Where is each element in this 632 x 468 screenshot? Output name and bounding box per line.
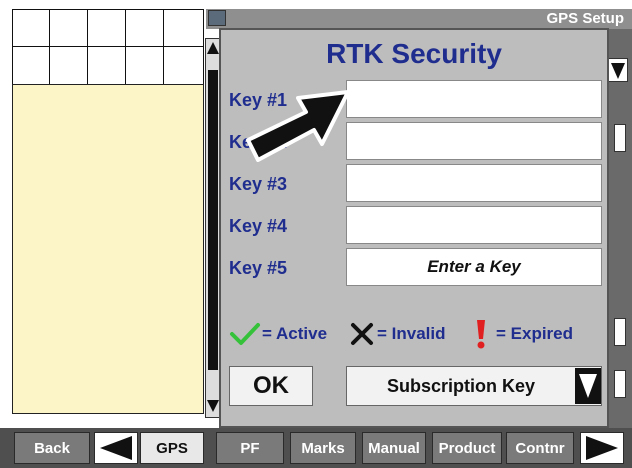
legend-expired-label: = Expired (496, 324, 574, 343)
key-5-label: Key #5 (229, 258, 288, 278)
left-arrow-icon (100, 436, 132, 460)
window-title: GPS Setup (546, 10, 624, 27)
tab-marks[interactable]: Marks (290, 432, 356, 464)
grid-cell (163, 9, 204, 47)
grid-cell (125, 9, 164, 47)
tab-contnr[interactable]: Contnr (506, 432, 574, 464)
grid-cell (49, 9, 88, 47)
dialog-title: RTK Security (326, 38, 502, 69)
tab-pf[interactable]: PF (216, 432, 284, 464)
ok-button[interactable]: OK (229, 366, 313, 406)
grid-cell (12, 9, 50, 47)
grid-cell (87, 46, 126, 85)
grid-cell (125, 46, 164, 85)
tab-product[interactable]: Product (432, 432, 502, 464)
x-icon (351, 323, 373, 345)
scroll-down-icon[interactable] (206, 398, 220, 414)
key-2-input[interactable] (346, 122, 602, 160)
right-arrow-icon (586, 436, 618, 460)
key-5-input[interactable]: Enter a Key (346, 248, 602, 286)
dropdown-arrow-button[interactable] (575, 368, 601, 404)
window-icon (208, 10, 226, 26)
subscription-key-label: Subscription Key (386, 375, 536, 396)
key-3-label: Key #3 (229, 174, 288, 194)
background-field[interactable] (614, 318, 626, 346)
legend-active-label: = Active (262, 324, 328, 343)
next-page-button[interactable] (580, 432, 624, 464)
key-3-input[interactable] (346, 164, 602, 202)
background-field[interactable] (614, 124, 626, 152)
grid-cell (163, 46, 204, 85)
key-1-input[interactable] (346, 80, 602, 118)
check-icon (230, 323, 260, 345)
pointer-arrow-icon (246, 90, 350, 162)
grid-cell (87, 9, 126, 47)
scroll-up-icon[interactable] (206, 40, 220, 56)
key-4-input[interactable] (346, 206, 602, 244)
tab-manual[interactable]: Manual (362, 432, 426, 464)
exclamation-icon (477, 320, 485, 349)
prev-page-button[interactable] (94, 432, 138, 464)
dropdown-arrow-icon (579, 374, 597, 398)
grid-cell (12, 46, 50, 85)
background-field[interactable] (614, 370, 626, 398)
key-4-label: Key #4 (229, 216, 288, 236)
back-button[interactable]: Back (14, 432, 90, 464)
left-yellow-panel (12, 84, 204, 414)
tab-gps[interactable]: GPS (140, 432, 204, 464)
grid-cell (49, 46, 88, 85)
scrollbar-thumb[interactable] (208, 70, 218, 370)
background-dropdown[interactable] (608, 58, 628, 82)
top-grid (12, 9, 204, 85)
legend-invalid-label: = Invalid (377, 324, 446, 343)
